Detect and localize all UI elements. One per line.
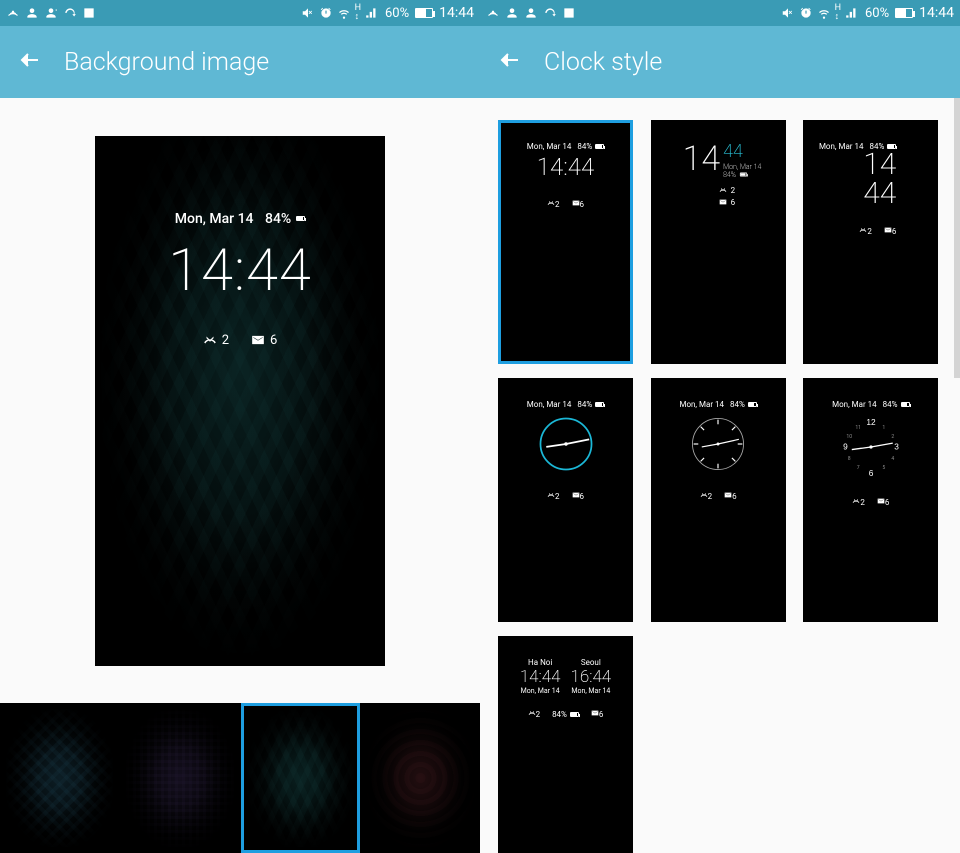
svg-text:2: 2 bbox=[891, 434, 894, 440]
sync-icon bbox=[543, 6, 557, 20]
clock-style-digital-stacked[interactable]: Mon, Mar 14 84% 14 44 2 6 bbox=[803, 120, 938, 364]
alarm-icon bbox=[799, 6, 813, 20]
person-icon bbox=[505, 6, 519, 20]
thumbnail-leaf-teal[interactable] bbox=[241, 703, 360, 853]
background-preview: Mon, Mar 14 84% 14:44 2 6 bbox=[95, 136, 385, 666]
image-icon bbox=[82, 6, 96, 20]
battery-percent: 60% bbox=[385, 6, 409, 21]
signal-icon bbox=[845, 6, 859, 20]
wifi-icon bbox=[817, 6, 831, 20]
screen-background-image: H↕ 60% 14:44 Background image Mon, Mar 1… bbox=[0, 0, 480, 853]
analog-clock-icon bbox=[537, 415, 595, 473]
person-add-icon bbox=[524, 6, 538, 20]
clock-style-grid: Mon, Mar 14 84% 14:44 2 6 14 44 Mon, Mar bbox=[480, 98, 960, 853]
status-left-icons bbox=[6, 6, 96, 20]
thumbnail-wave-teal[interactable] bbox=[0, 703, 119, 853]
thumbnail-mesh-purple[interactable] bbox=[120, 703, 239, 853]
header: Clock style bbox=[480, 26, 960, 98]
status-bar: H↕ 60% 14:44 bbox=[480, 0, 960, 26]
status-right-icons: H↕ 60% 14:44 bbox=[781, 4, 954, 22]
status-right-icons: H↕ 60% 14:44 bbox=[301, 4, 474, 22]
status-time: 14:44 bbox=[919, 5, 954, 21]
preview-battery: 84% bbox=[265, 211, 291, 227]
image-icon bbox=[562, 6, 576, 20]
clock-style-digital-split[interactable]: 14 44 Mon, Mar 1484% 2 6 bbox=[651, 120, 786, 364]
hotspot-icon bbox=[486, 6, 500, 20]
scrollbar[interactable] bbox=[954, 98, 960, 378]
svg-text:5: 5 bbox=[882, 465, 885, 471]
svg-text:12: 12 bbox=[866, 417, 876, 427]
status-time: 14:44 bbox=[439, 5, 474, 21]
preview-time: 14:44 bbox=[95, 237, 385, 305]
svg-text:6: 6 bbox=[869, 468, 874, 478]
battery-small-icon bbox=[296, 216, 305, 221]
network-type: H↕ bbox=[835, 4, 841, 22]
thumbnail-lace-maroon[interactable] bbox=[361, 703, 480, 853]
status-left-icons bbox=[486, 6, 576, 20]
preview-date: Mon, Mar 14 bbox=[175, 211, 254, 227]
unread-mail: 6 bbox=[251, 333, 277, 348]
analog-clock-icon bbox=[689, 415, 747, 473]
svg-text:4: 4 bbox=[891, 456, 894, 462]
preview-notifications: 2 6 bbox=[95, 333, 385, 348]
analog-clock-icon: 123 69 12 45 78 1011 bbox=[839, 415, 903, 479]
clock-style-analog-ticks[interactable]: Mon, Mar 14 84% bbox=[651, 378, 786, 622]
card-time: 14:44 bbox=[498, 153, 633, 181]
page-title: Background image bbox=[64, 48, 269, 77]
preview-area: Mon, Mar 14 84% 14:44 2 6 bbox=[0, 98, 480, 703]
alarm-icon bbox=[319, 6, 333, 20]
network-type: H↕ bbox=[355, 4, 361, 22]
battery-percent: 60% bbox=[865, 6, 889, 21]
clock-style-digital-center[interactable]: Mon, Mar 14 84% 14:44 2 6 bbox=[498, 120, 633, 364]
wifi-icon bbox=[337, 6, 351, 20]
missed-call-icon bbox=[203, 333, 217, 347]
svg-text:3: 3 bbox=[894, 442, 899, 452]
battery-icon bbox=[415, 8, 433, 18]
mute-icon bbox=[781, 6, 795, 20]
svg-text:9: 9 bbox=[843, 442, 848, 452]
back-button[interactable] bbox=[18, 48, 42, 76]
svg-text:8: 8 bbox=[848, 456, 851, 462]
clock-style-analog-numbers[interactable]: Mon, Mar 14 84% 123 69 12 45 78 101 bbox=[803, 378, 938, 622]
back-button[interactable] bbox=[498, 48, 522, 76]
mute-icon bbox=[301, 6, 315, 20]
signal-icon bbox=[365, 6, 379, 20]
hotspot-icon bbox=[6, 6, 20, 20]
battery-icon bbox=[895, 8, 913, 18]
clock-style-analog-cyan[interactable]: Mon, Mar 14 84% 2 6 bbox=[498, 378, 633, 622]
status-bar: H↕ 60% 14:44 bbox=[0, 0, 480, 26]
background-thumbnails bbox=[0, 703, 480, 853]
svg-text:7: 7 bbox=[857, 465, 860, 471]
screen-clock-style: H↕ 60% 14:44 Clock style Mon, Mar 14 84%… bbox=[480, 0, 960, 853]
person-icon bbox=[25, 6, 39, 20]
preview-date-line: Mon, Mar 14 84% bbox=[175, 211, 305, 227]
svg-text:1: 1 bbox=[882, 425, 885, 431]
missed-calls: 2 bbox=[203, 333, 229, 348]
person-add-icon bbox=[44, 6, 58, 20]
mail-icon bbox=[251, 333, 265, 347]
header: Background image bbox=[0, 26, 480, 98]
svg-text:10: 10 bbox=[846, 434, 852, 440]
page-title: Clock style bbox=[544, 48, 662, 77]
clock-style-world[interactable]: Ha Noi 14:44 Mon, Mar 14 Seoul 16:44 Mon… bbox=[498, 636, 633, 853]
sync-icon bbox=[63, 6, 77, 20]
svg-text:11: 11 bbox=[855, 425, 861, 431]
